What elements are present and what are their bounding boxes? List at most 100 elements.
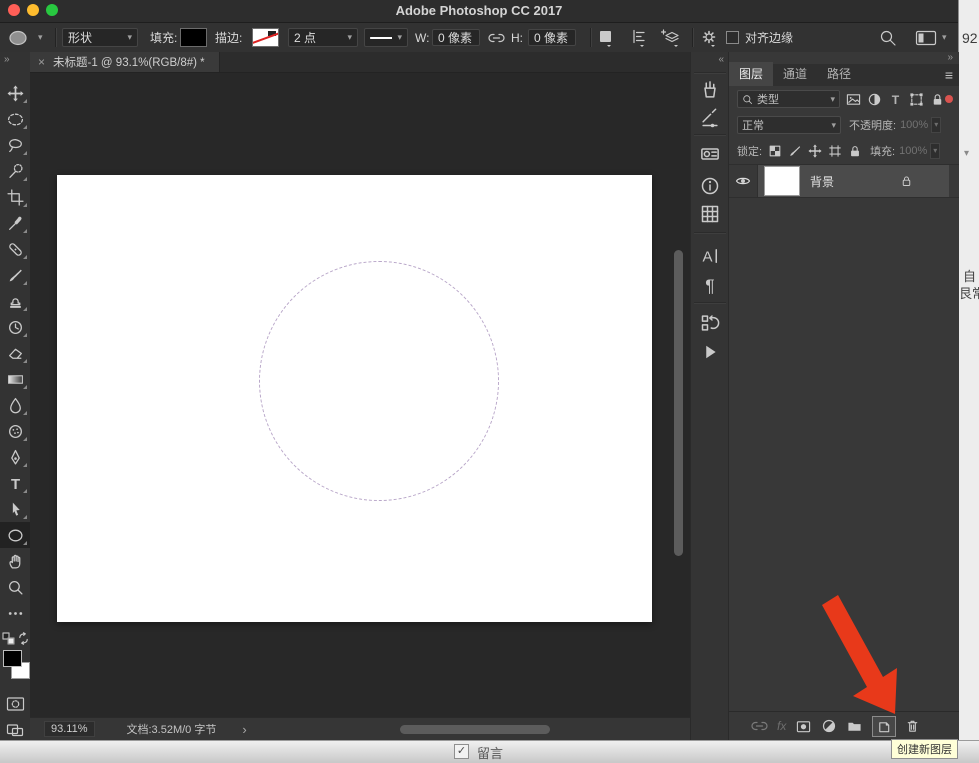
tool-preset-dropdown[interactable]: ▾ xyxy=(7,23,43,52)
type-tool[interactable]: T xyxy=(0,470,30,496)
eyedropper-tool[interactable] xyxy=(0,210,30,236)
brush-tool[interactable] xyxy=(0,262,30,288)
swap-colors-icon[interactable] xyxy=(17,632,30,645)
chevron-down-icon[interactable]: ▾ xyxy=(930,143,940,159)
lock-transparency-icon[interactable] xyxy=(768,144,782,158)
info-panel-icon[interactable] xyxy=(700,176,720,196)
healing-brush-tool[interactable] xyxy=(0,236,30,262)
foreground-color-swatch[interactable] xyxy=(3,650,22,667)
layer-visibility-toggle[interactable] xyxy=(729,165,758,197)
eraser-tool[interactable] xyxy=(0,340,30,366)
more-tools[interactable] xyxy=(0,600,30,626)
crop-tool[interactable] xyxy=(0,184,30,210)
history-panel-icon[interactable] xyxy=(700,313,720,333)
brushes-panel-icon[interactable] xyxy=(700,80,720,100)
eye-icon xyxy=(735,175,751,187)
blur-tool[interactable] xyxy=(0,392,30,418)
character-panel-icon[interactable]: A xyxy=(700,246,720,266)
lasso-tool[interactable] xyxy=(0,132,30,158)
dodge-tool[interactable] xyxy=(0,418,30,444)
filter-smart-objects-icon[interactable] xyxy=(930,92,945,107)
opacity-label: 不透明度: xyxy=(849,117,896,133)
comment-checkbox[interactable]: ✓ xyxy=(454,744,469,759)
panels-collapse-toggle[interactable]: « xyxy=(718,54,724,65)
close-tab-icon[interactable]: × xyxy=(38,55,45,69)
lock-position-icon[interactable] xyxy=(808,144,822,158)
filter-type-select[interactable]: 类型 ▾ xyxy=(737,90,840,108)
marquee-tool[interactable] xyxy=(0,106,30,132)
tab-layers[interactable]: 图层 xyxy=(729,62,773,86)
delete-layer-button[interactable] xyxy=(905,718,920,734)
stroke-color-swatch[interactable] xyxy=(252,23,279,52)
panel-expand-toggle[interactable]: » xyxy=(947,52,953,63)
path-alignment-button[interactable] xyxy=(631,23,647,52)
link-layers-button[interactable] xyxy=(751,720,768,732)
align-edges-checkbox[interactable]: 对齐边缘 xyxy=(726,23,793,52)
path-selection-tool[interactable] xyxy=(0,496,30,522)
lock-artboard-icon[interactable] xyxy=(828,144,842,158)
filter-type-layers-icon[interactable]: T xyxy=(888,92,903,107)
new-adjustment-layer-button[interactable] xyxy=(821,718,837,734)
stroke-style-select[interactable]: ▾ xyxy=(364,23,408,52)
new-layer-button[interactable] xyxy=(872,716,896,737)
tab-paths[interactable]: 路径 xyxy=(817,62,861,86)
canvas[interactable] xyxy=(57,175,652,622)
filter-pixel-layers-icon[interactable] xyxy=(846,92,861,107)
history-brush-tool[interactable] xyxy=(0,314,30,340)
lock-pixels-icon[interactable] xyxy=(788,144,802,158)
workspace-switcher[interactable]: ▾ xyxy=(915,23,947,52)
brush-settings-panel-icon[interactable] xyxy=(700,108,720,128)
gradient-tool[interactable] xyxy=(0,366,30,392)
swatches-panel-icon[interactable] xyxy=(700,204,720,224)
link-dimensions-button[interactable] xyxy=(488,23,505,52)
paragraph-panel-icon[interactable]: ¶ xyxy=(700,275,720,295)
tab-channels[interactable]: 通道 xyxy=(773,62,817,86)
path-arrangement-button[interactable] xyxy=(661,23,681,52)
opacity-value[interactable]: 100% xyxy=(900,119,928,131)
clone-source-panel-icon[interactable] xyxy=(700,144,720,164)
lock-all-icon[interactable] xyxy=(848,144,862,158)
move-tool[interactable] xyxy=(0,80,30,106)
layer-thumbnail[interactable] xyxy=(764,166,800,196)
default-colors-icon[interactable] xyxy=(2,632,16,646)
clone-stamp-tool[interactable] xyxy=(0,288,30,314)
horizontal-scrollbar[interactable] xyxy=(400,725,550,734)
ellipse-tool[interactable] xyxy=(0,522,30,548)
document-tab[interactable]: × 未标题-1 @ 93.1%(RGB/8#) * xyxy=(30,52,220,72)
chevron-down-icon[interactable]: ▾ xyxy=(931,117,941,133)
height-input[interactable]: 0 像素 xyxy=(528,23,576,52)
fill-label: 填充: xyxy=(150,23,177,52)
width-input[interactable]: 0 像素 xyxy=(432,23,480,52)
layer-style-button[interactable]: fx xyxy=(777,719,786,733)
screen-mode-button[interactable] xyxy=(0,718,30,742)
pen-tool[interactable] xyxy=(0,444,30,470)
geometry-options-button[interactable] xyxy=(700,23,718,52)
blend-mode-select[interactable]: 正常 ▾ xyxy=(737,116,841,134)
panel-menu-icon[interactable]: ≡ xyxy=(945,67,953,83)
toolbar-expand-toggle[interactable]: » xyxy=(0,52,30,68)
ellipse-path-outline xyxy=(259,261,499,501)
stroke-width-select[interactable]: 2 点 ▾ xyxy=(288,23,358,52)
search-button[interactable] xyxy=(879,23,897,52)
layer-selected-area[interactable]: 背景 xyxy=(758,165,949,197)
filter-shape-layers-icon[interactable] xyxy=(909,92,924,107)
filter-adjustment-layers-icon[interactable] xyxy=(867,92,882,107)
new-group-button[interactable] xyxy=(846,719,863,734)
zoom-level-input[interactable]: 93.11% xyxy=(44,721,95,737)
status-options-chevron[interactable]: › xyxy=(242,722,246,737)
layer-row-background[interactable]: 背景 xyxy=(729,164,959,198)
quick-selection-tool[interactable] xyxy=(0,158,30,184)
tool-mode-select[interactable]: 形状 ▾ xyxy=(62,23,138,52)
vertical-scrollbar[interactable] xyxy=(674,250,683,556)
zoom-tool[interactable] xyxy=(0,574,30,600)
fill-color-swatch[interactable] xyxy=(180,23,207,52)
add-layer-mask-button[interactable] xyxy=(795,719,812,734)
hand-tool[interactable] xyxy=(0,548,30,574)
path-operations-button[interactable] xyxy=(598,23,614,52)
filter-toggle-light[interactable] xyxy=(945,95,953,103)
new-layer-icon xyxy=(876,719,892,734)
fill-value[interactable]: 100% xyxy=(899,145,927,157)
quick-mask-button[interactable] xyxy=(0,692,30,716)
actions-panel-icon[interactable] xyxy=(700,342,720,362)
background-page-bottom-strip: ✓ 留言 xyxy=(0,740,979,763)
